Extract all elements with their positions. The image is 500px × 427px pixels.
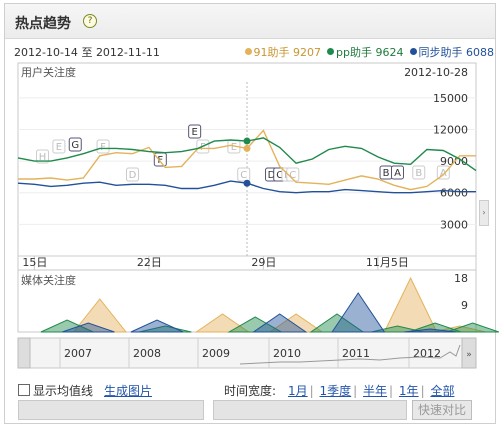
legend-value-tongbu: 6088	[466, 46, 494, 59]
legend-name-pp: pp助手	[336, 46, 372, 59]
time-width-label: 时间宽度:	[224, 384, 277, 398]
generate-image-link[interactable]: 生成图片	[104, 382, 152, 399]
date-start: 2012-10-14	[14, 46, 78, 59]
date-sep: 至	[81, 46, 93, 59]
legend: 91助手 9207 pp助手 9624 同步助手 6088	[244, 44, 494, 60]
range-1-year[interactable]: 1年	[399, 384, 419, 398]
range-1-month[interactable]: 1月	[288, 384, 308, 398]
panel-header: 热点趋势 ?	[5, 4, 495, 39]
legend-value-pp: 9624	[375, 46, 404, 59]
compare-keyword-input-2[interactable]	[213, 400, 407, 420]
trend-panel: 热点趋势 ?	[4, 3, 496, 424]
legend-item-tongbu: 同步助手 6088	[409, 44, 494, 60]
legend-dot-pp	[327, 48, 335, 55]
controls-bar: 显示均值线 生成图片 时间宽度: 1月 | 1季度 | 半年 | 1年 | 全部	[18, 382, 478, 400]
legend-item-91: 91助手 9207	[244, 44, 322, 60]
range-1-quarter[interactable]: 1季度	[320, 384, 352, 398]
legend-dot-tongbu	[409, 48, 417, 55]
legend-value-91: 9207	[293, 46, 322, 59]
quick-compare-button[interactable]: 快速对比	[412, 400, 472, 420]
compare-keyword-input-1[interactable]	[18, 400, 204, 420]
help-icon[interactable]: ?	[83, 14, 97, 28]
panel-title: 热点趋势	[15, 16, 71, 32]
legend-name-tongbu: 同步助手	[418, 46, 463, 59]
scroll-right-arrow-icon[interactable]: ›	[479, 200, 489, 226]
show-average-checkbox[interactable]	[18, 384, 30, 396]
range-half-year[interactable]: 半年	[363, 384, 387, 398]
legend-dot-91	[244, 48, 252, 55]
date-range: 2012-10-14 至 2012-11-11	[14, 44, 160, 60]
legend-item-pp: pp助手 9624	[327, 44, 404, 60]
date-end: 2012-11-11	[95, 46, 160, 59]
show-average-label: 显示均值线	[33, 384, 94, 398]
range-all[interactable]: 全部	[430, 384, 454, 398]
legend-name-91: 91助手	[253, 46, 290, 59]
